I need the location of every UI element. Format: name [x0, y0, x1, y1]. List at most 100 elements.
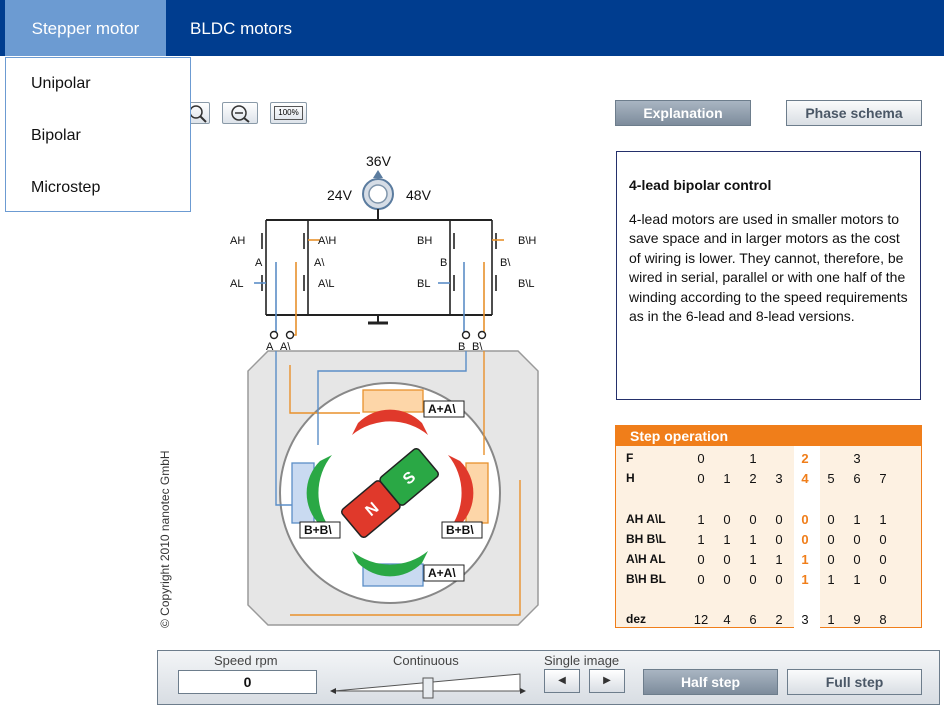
step-cell-b-h-7: 0 — [879, 572, 887, 587]
explanation-body: 4-lead motors are used in smaller motors… — [629, 210, 908, 325]
step-cell-b-h-2: 0 — [749, 572, 757, 587]
step-cell-a-h-3: 1 — [775, 552, 783, 567]
transistor-label-ah: AH — [230, 235, 245, 247]
coil-label-a-bottom: A+A\ — [428, 566, 456, 580]
step-cell-a-h-6: 0 — [853, 552, 861, 567]
coil-label-a-top: A+A\ — [428, 402, 456, 416]
explanation-title: 4-lead bipolar control — [629, 177, 772, 193]
step-cell-dez-4: 3 — [801, 612, 809, 627]
zoom-100-button[interactable]: 100% — [270, 102, 307, 124]
step-cell-ah-0: 1 — [697, 512, 705, 527]
step-cell-h-values-0: 0 — [697, 471, 705, 486]
step-cell-ah-5: 0 — [827, 512, 835, 527]
step-cell-bh-4: 0 — [801, 532, 809, 547]
step-cell-h-values-6: 6 — [853, 471, 861, 486]
row-label-a-h: A\H AL — [626, 552, 666, 566]
row-label-h: H — [626, 471, 635, 485]
speed-label: Speed rpm — [214, 653, 278, 668]
step-cell-f-values-0: 0 — [697, 451, 705, 466]
menu-item-unipolar[interactable]: Unipolar — [31, 75, 91, 93]
control-bar: Speed rpm 0 Continuous Single image ◀ ▶ … — [157, 650, 940, 705]
row-label-ah: AH A\L — [626, 512, 666, 526]
phase-label-b-bar: B\ — [500, 257, 511, 269]
transistor-label-b-l: B\L — [518, 278, 535, 290]
coil-label-b-right: B+B\ — [446, 523, 474, 537]
step-cell-b-h-0: 0 — [697, 572, 705, 587]
step-cell-b-h-6: 1 — [853, 572, 861, 587]
step-cell-b-h-1: 0 — [723, 572, 731, 587]
tab-stepper-motor[interactable]: Stepper motor — [5, 0, 166, 56]
step-cell-h-values-7: 7 — [879, 471, 887, 486]
step-cell-b-h-5: 1 — [827, 572, 835, 587]
step-cell-a-h-0: 0 — [697, 552, 705, 567]
step-cell-f-values-2: 1 — [749, 451, 757, 466]
step-operation-table: Step operation F H AH A\L BH B\L A\H AL … — [615, 425, 922, 629]
step-cell-bh-5: 0 — [827, 532, 835, 547]
step-cell-h-values-5: 5 — [827, 471, 835, 486]
step-cell-ah-6: 1 — [853, 512, 861, 527]
transistor-label-bh: BH — [417, 235, 432, 247]
step-cell-a-h-1: 0 — [723, 552, 731, 567]
copyright-text: © Copyright 2010 nanotec GmbH — [158, 450, 172, 628]
zoom-out-icon — [231, 105, 250, 123]
step-cell-ah-3: 0 — [775, 512, 783, 527]
slider-handle[interactable] — [422, 677, 434, 699]
row-label-b-h: B\H BL — [626, 572, 666, 586]
top-nav: Stepper motor BLDC motors — [0, 0, 944, 56]
zoom-out-button[interactable] — [222, 102, 258, 124]
step-cell-bh-1: 1 — [723, 532, 731, 547]
step-cell-f-values-4: 2 — [801, 451, 809, 466]
phase-schema-button[interactable]: Phase schema — [786, 100, 922, 126]
step-cell-ah-1: 0 — [723, 512, 731, 527]
step-cell-bh-6: 0 — [853, 532, 861, 547]
row-label-dez: dez — [626, 612, 647, 626]
step-cell-dez-7: 8 — [879, 612, 887, 627]
step-cell-dez-6: 9 — [853, 612, 861, 627]
phase-label-a: A — [255, 257, 263, 269]
step-cell-bh-3: 0 — [775, 532, 783, 547]
step-cell-b-h-3: 0 — [775, 572, 783, 587]
stepper-diagram: 36V 24V 48V AH A\H BH B\H AL A\L BL B\L … — [230, 153, 539, 626]
row-label-bh: BH B\L — [626, 532, 666, 546]
step-forward-button[interactable]: ▶ — [589, 669, 625, 693]
stepper-dropdown-menu: Unipolar Bipolar Microstep — [5, 57, 191, 212]
step-cell-dez-5: 1 — [827, 612, 835, 627]
voltage-24v-label: 24V — [327, 187, 353, 203]
transistor-label-a-h: A\H — [318, 235, 336, 247]
step-table-title: Step operation — [616, 426, 921, 446]
step-cell-ah-4: 0 — [801, 512, 809, 527]
phase-label-b: B — [440, 257, 447, 269]
explanation-button[interactable]: Explanation — [615, 100, 751, 126]
tab-bldc-motors[interactable]: BLDC motors — [190, 0, 292, 56]
step-cell-dez-3: 2 — [775, 612, 783, 627]
speed-slider[interactable] — [328, 669, 528, 699]
speed-rpm-input[interactable]: 0 — [178, 670, 317, 694]
step-back-button[interactable]: ◀ — [544, 669, 580, 693]
voltage-48v-label: 48V — [406, 187, 432, 203]
step-cell-a-h-5: 0 — [827, 552, 835, 567]
step-cell-bh-7: 0 — [879, 532, 887, 547]
step-cell-h-values-4: 4 — [801, 471, 809, 486]
continuous-label: Continuous — [393, 653, 459, 668]
transistor-label-a-l: A\L — [318, 278, 335, 290]
step-cell-bh-0: 1 — [697, 532, 705, 547]
triangle-left-icon: ◀ — [558, 675, 566, 686]
single-image-label: Single image — [544, 653, 620, 668]
row-label-f: F — [626, 451, 634, 465]
menu-item-microstep[interactable]: Microstep — [31, 179, 100, 197]
step-cell-a-h-2: 1 — [749, 552, 757, 567]
step-cell-a-h-4: 1 — [801, 552, 809, 567]
coil-label-b-left: B+B\ — [304, 523, 332, 537]
voltage-knob-icon[interactable] — [362, 170, 394, 210]
transistor-label-bl: BL — [417, 278, 430, 290]
step-cell-dez-1: 4 — [723, 612, 731, 627]
zoom-100-icon: 100% — [274, 106, 303, 120]
full-step-button[interactable]: Full step — [787, 669, 922, 695]
transistor-label-al: AL — [230, 278, 243, 290]
step-cell-h-values-3: 3 — [775, 471, 783, 486]
half-step-button[interactable]: Half step — [643, 669, 778, 695]
step-cell-dez-0: 12 — [693, 612, 709, 627]
menu-item-bipolar[interactable]: Bipolar — [31, 127, 81, 145]
step-cell-h-values-1: 1 — [723, 471, 731, 486]
triangle-right-icon: ▶ — [603, 675, 611, 686]
